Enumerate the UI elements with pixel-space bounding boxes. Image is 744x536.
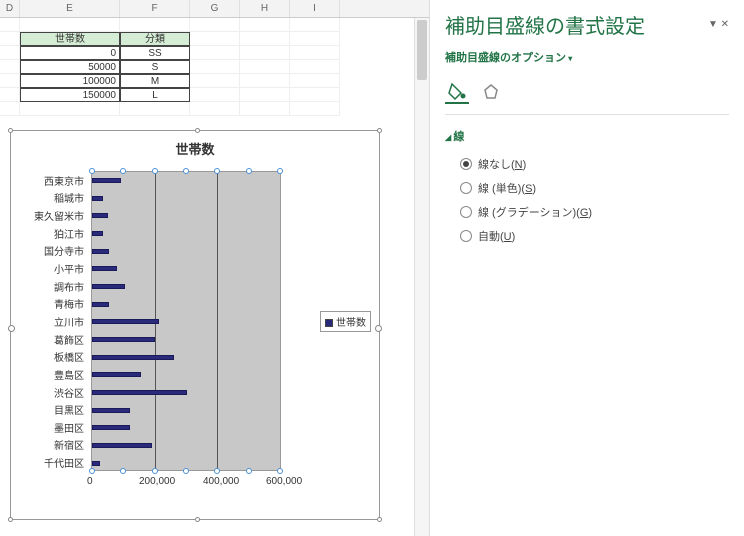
radio-label: 線 (グラデーション) xyxy=(478,207,576,219)
radio-label: 自動 xyxy=(478,231,500,243)
plot-area[interactable] xyxy=(91,171,281,471)
bar[interactable] xyxy=(92,443,152,448)
panel-subtitle[interactable]: 補助目盛線のオプション xyxy=(445,49,729,65)
bar[interactable] xyxy=(92,284,125,289)
panel-title-row: 補助目盛線の書式設定 ▼ ✕ xyxy=(445,10,729,39)
col-header-F[interactable]: F xyxy=(120,0,190,17)
line-radio-group: 線なし(N) 線 (単色)(S) 線 (グラデーション)(G) 自動(U) xyxy=(445,152,729,248)
chart-title[interactable]: 世帯数 xyxy=(11,131,379,162)
bar[interactable] xyxy=(92,319,159,324)
radio-line-none[interactable]: 線なし(N) xyxy=(460,152,729,176)
table-cell[interactable]: 100000 xyxy=(20,74,120,88)
y-tick: 東久留米市 xyxy=(9,208,84,223)
bar[interactable] xyxy=(92,425,130,430)
radio-line-solid[interactable]: 線 (単色)(S) xyxy=(460,176,729,200)
fill-line-icon[interactable] xyxy=(445,80,469,104)
panel-icon-tabs xyxy=(445,75,729,115)
y-tick: 立川市 xyxy=(9,314,84,329)
y-tick: 新宿区 xyxy=(9,437,84,452)
col-header-D[interactable]: D xyxy=(0,0,20,17)
col-header-I[interactable]: I xyxy=(290,0,340,17)
legend-label: 世帯数 xyxy=(336,318,366,329)
radio-key: G xyxy=(580,207,589,219)
radio-icon xyxy=(460,158,472,170)
chart-object[interactable]: 世帯数 西東京市稲城市東久留米市狛江市国分寺市小平市調布市青梅市立川市葛飾区板橋… xyxy=(10,130,380,520)
y-tick: 青梅市 xyxy=(9,296,84,311)
bar[interactable] xyxy=(92,390,187,395)
format-panel: 補助目盛線の書式設定 ▼ ✕ 補助目盛線のオプション 線 線なし(N) 線 (単… xyxy=(430,0,744,536)
bar[interactable] xyxy=(92,213,108,218)
bar[interactable] xyxy=(92,355,174,360)
table-cell[interactable]: M xyxy=(120,74,190,88)
bar[interactable] xyxy=(92,266,117,271)
table-cell[interactable]: 50000 xyxy=(20,60,120,74)
grid[interactable]: 世帯数 分類 0SS 50000S 100000M 150000L xyxy=(0,18,429,116)
table-cell[interactable]: 0 xyxy=(20,46,120,60)
bar[interactable] xyxy=(92,196,103,201)
x-tick: 200,000 xyxy=(139,476,175,487)
bar[interactable] xyxy=(92,249,109,254)
radio-icon xyxy=(460,206,472,218)
y-tick: 小平市 xyxy=(9,261,84,276)
radio-line-auto[interactable]: 自動(U) xyxy=(460,224,729,248)
bar[interactable] xyxy=(92,337,155,342)
radio-icon xyxy=(460,230,472,242)
radio-key: U xyxy=(504,231,512,243)
table-cell[interactable]: SS xyxy=(120,46,190,60)
chart-legend[interactable]: 世帯数 xyxy=(320,311,371,332)
bar[interactable] xyxy=(92,408,130,413)
y-tick: 西東京市 xyxy=(9,173,84,188)
legend-swatch xyxy=(325,319,333,327)
bar[interactable] xyxy=(92,372,141,377)
radio-key: N xyxy=(515,159,523,171)
bar[interactable] xyxy=(92,302,109,307)
table-header-households[interactable]: 世帯数 xyxy=(20,32,120,46)
y-tick: 豊島区 xyxy=(9,367,84,382)
radio-line-gradient[interactable]: 線 (グラデーション)(G) xyxy=(460,200,729,224)
y-tick: 渋谷区 xyxy=(9,385,84,400)
panel-close-controls[interactable]: ▼ ✕ xyxy=(708,19,729,30)
vertical-scrollbar[interactable] xyxy=(414,18,429,536)
y-tick: 葛飾区 xyxy=(9,332,84,347)
col-header-E[interactable]: E xyxy=(20,0,120,17)
radio-icon xyxy=(460,182,472,194)
y-tick: 板橋区 xyxy=(9,349,84,364)
x-tick: 0 xyxy=(87,476,93,487)
bar[interactable] xyxy=(92,231,103,236)
bar[interactable] xyxy=(92,178,121,183)
y-tick: 狛江市 xyxy=(9,226,84,241)
x-tick: 600,000 xyxy=(266,476,302,487)
bar[interactable] xyxy=(92,461,100,466)
table-cell[interactable]: S xyxy=(120,60,190,74)
panel-title: 補助目盛線の書式設定 xyxy=(445,10,645,39)
x-tick: 400,000 xyxy=(203,476,239,487)
table-header-class[interactable]: 分類 xyxy=(120,32,190,46)
section-line[interactable]: 線 xyxy=(445,120,729,152)
y-tick: 稲城市 xyxy=(9,190,84,205)
table-cell[interactable]: L xyxy=(120,88,190,102)
y-tick: 目黒区 xyxy=(9,402,84,417)
y-tick: 千代田区 xyxy=(9,455,84,470)
radio-label: 線 (単色) xyxy=(478,183,521,195)
y-tick: 調布市 xyxy=(9,279,84,294)
col-header-G[interactable]: G xyxy=(190,0,240,17)
table-cell[interactable]: 150000 xyxy=(20,88,120,102)
spreadsheet-area: D E F G H I 世帯数 分類 0SS 50000S 100000M 15… xyxy=(0,0,430,536)
radio-label: 線なし xyxy=(478,159,511,171)
scrollbar-thumb[interactable] xyxy=(417,20,427,80)
effects-icon[interactable] xyxy=(479,80,503,104)
y-tick: 墨田区 xyxy=(9,420,84,435)
radio-key: S xyxy=(525,183,532,195)
col-header-H[interactable]: H xyxy=(240,0,290,17)
y-tick: 国分寺市 xyxy=(9,243,84,258)
column-headers: D E F G H I xyxy=(0,0,429,18)
